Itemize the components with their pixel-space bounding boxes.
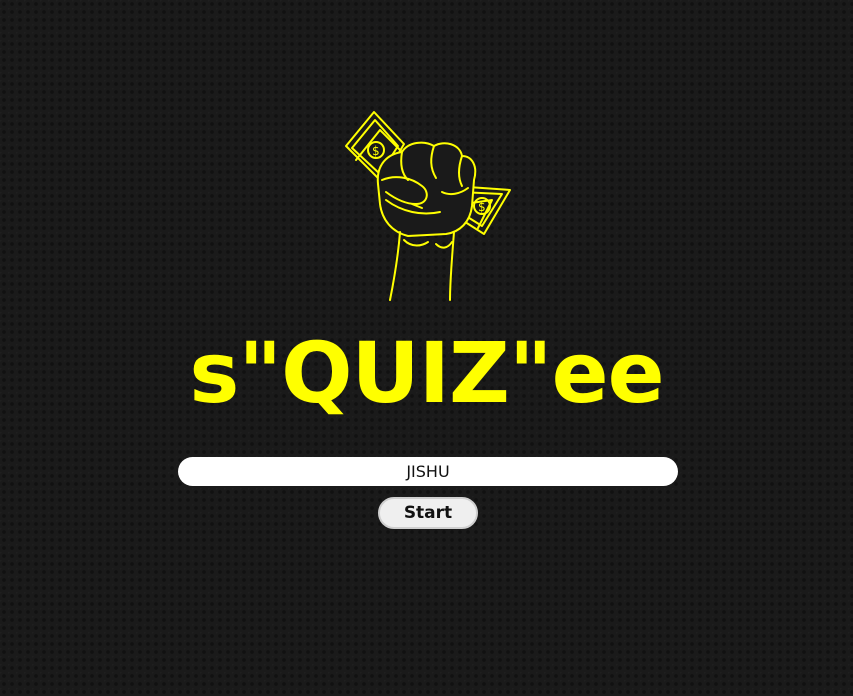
start-button[interactable]: Start — [378, 497, 478, 529]
fist-icon — [376, 141, 477, 301]
fist-with-money-icon: $ $ — [342, 108, 514, 304]
name-input[interactable] — [178, 457, 678, 486]
svg-text:$: $ — [372, 144, 380, 158]
svg-text:$: $ — [478, 200, 486, 214]
app-title: s"QUIZ"ee — [189, 324, 664, 422]
